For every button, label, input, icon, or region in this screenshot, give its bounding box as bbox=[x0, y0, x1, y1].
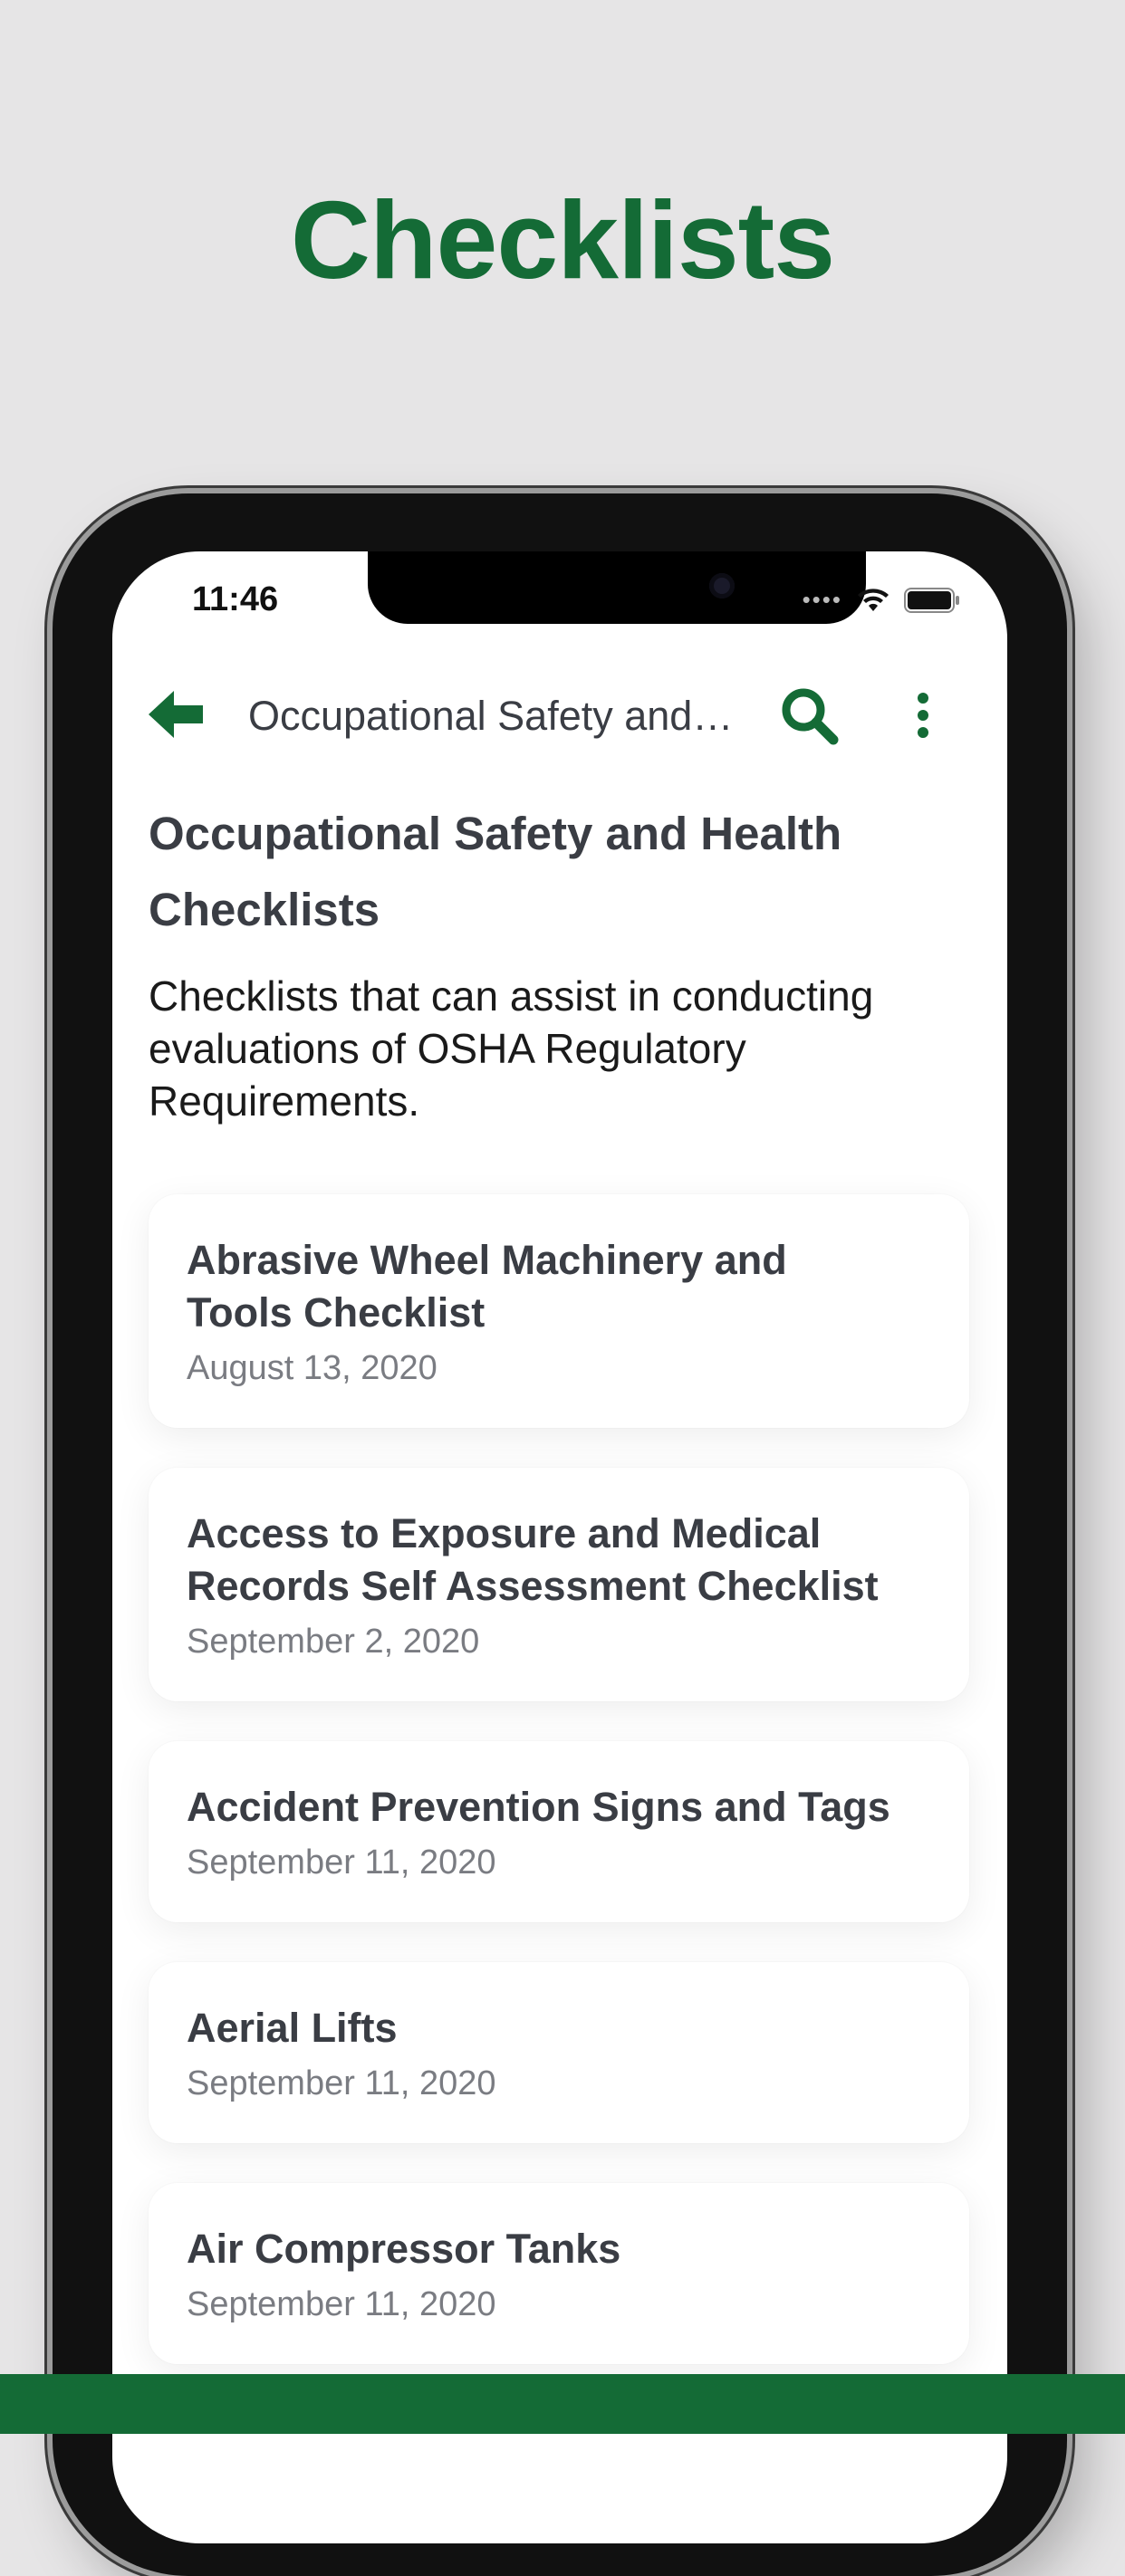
checklist-item-title: Abrasive Wheel Machinery and Tools Check… bbox=[187, 1237, 787, 1336]
checklist-item-date: September 11, 2020 bbox=[187, 2064, 496, 2102]
checklist-item[interactable]: Abrasive Wheel Machinery and Tools Check… bbox=[149, 1194, 969, 1428]
checklist-item[interactable]: Aerial Lifts September 11, 2020 bbox=[149, 1962, 969, 2143]
checklist-item-title: Air Compressor Tanks bbox=[187, 2226, 621, 2272]
search-button[interactable] bbox=[779, 685, 839, 745]
battery-icon bbox=[904, 587, 960, 614]
more-options-button[interactable] bbox=[909, 685, 937, 745]
promo-headline: Checklists bbox=[290, 178, 835, 302]
checklist-item-title: Access to Exposure and Medical Records S… bbox=[187, 1510, 879, 1609]
camera-icon bbox=[709, 573, 735, 599]
status-time: 11:46 bbox=[192, 580, 279, 618]
back-button[interactable] bbox=[145, 685, 208, 743]
more-vertical-icon bbox=[918, 693, 928, 738]
top-navbar: Occupational Safety and Health Checklist… bbox=[112, 669, 1007, 760]
checklist-item-title: Accident Prevention Signs and Tags bbox=[187, 1784, 890, 1830]
phone-screen: 11:46 •••• Occupational Safety and H Occ… bbox=[112, 551, 1007, 2543]
phone-frame: 11:46 •••• Occupational Safety and H Occ… bbox=[53, 493, 1067, 2576]
bottom-brand-bar bbox=[0, 2374, 1125, 2434]
checklist-item-date: August 13, 2020 bbox=[187, 1349, 438, 1387]
checklist-item-date: September 2, 2020 bbox=[187, 1623, 480, 1661]
page-title: Occupational Safety and Health Checklist… bbox=[149, 808, 842, 935]
page-description: Checklists that can assist in conducting… bbox=[149, 972, 874, 1125]
signal-icon: •••• bbox=[802, 586, 842, 613]
checklist-item-date: September 11, 2020 bbox=[187, 2285, 496, 2323]
checklist-item-date: September 11, 2020 bbox=[187, 1843, 496, 1882]
checklist-item-title: Aerial Lifts bbox=[187, 2005, 398, 2051]
checklist-item[interactable]: Access to Exposure and Medical Records S… bbox=[149, 1468, 969, 1701]
checklist-item[interactable]: Air Compressor Tanks September 11, 2020 bbox=[149, 2183, 969, 2364]
arrow-left-icon bbox=[149, 691, 203, 738]
wifi-icon bbox=[857, 588, 889, 613]
checklist-item[interactable]: Accident Prevention Signs and Tags Septe… bbox=[149, 1741, 969, 1922]
status-indicators: •••• bbox=[803, 586, 960, 614]
navbar-title: Occupational Safety and Health Checklist… bbox=[248, 693, 737, 739]
checklist-list: Abrasive Wheel Machinery and Tools Check… bbox=[149, 1194, 969, 2404]
search-icon bbox=[782, 688, 839, 745]
notch bbox=[368, 551, 866, 624]
